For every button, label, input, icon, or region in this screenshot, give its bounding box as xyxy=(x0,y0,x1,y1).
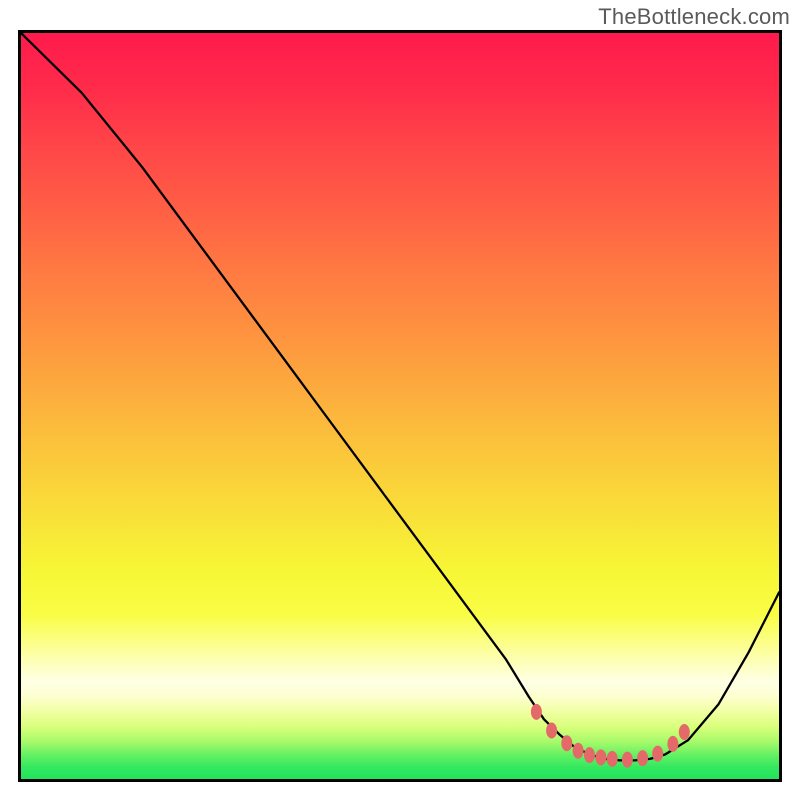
marker-dot xyxy=(573,743,584,759)
marker-dot xyxy=(637,750,648,766)
plot-area xyxy=(18,30,782,782)
marker-dot xyxy=(679,724,690,740)
marker-dot xyxy=(561,735,572,751)
bottleneck-curve xyxy=(21,33,779,760)
marker-dot xyxy=(595,749,606,765)
marker-dot xyxy=(607,751,618,767)
marker-dot xyxy=(531,704,542,720)
marker-dot xyxy=(667,736,678,752)
marker-dot xyxy=(652,746,663,762)
marker-dot xyxy=(584,747,595,763)
curve-layer xyxy=(21,33,779,779)
marker-dot xyxy=(622,752,633,768)
watermark-text: TheBottleneck.com xyxy=(598,4,790,30)
optimal-range-markers xyxy=(531,704,690,768)
chart-frame: TheBottleneck.com xyxy=(0,0,800,800)
marker-dot xyxy=(546,723,557,739)
